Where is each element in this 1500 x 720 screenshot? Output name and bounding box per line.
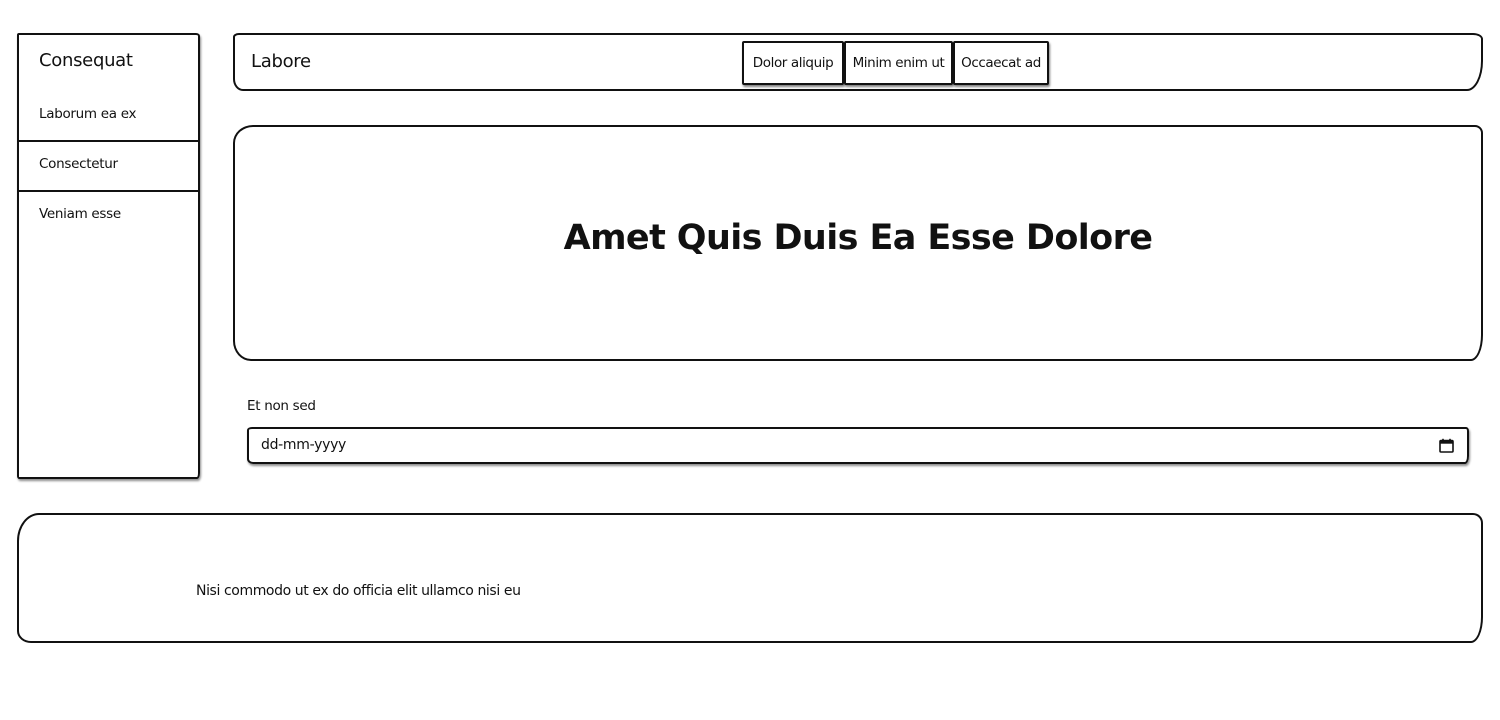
nav-button-minim-enim-ut[interactable]: Minim enim ut bbox=[844, 41, 953, 85]
footer-text: Nisi commodo ut ex do officia elit ullam… bbox=[196, 583, 521, 599]
hero-title: Amet Quis Duis Ea Esse Dolore bbox=[563, 218, 1153, 258]
footer: Nisi commodo ut ex do officia elit ullam… bbox=[17, 513, 1483, 643]
nav-button-occaecat-ad[interactable]: Occaecat ad bbox=[953, 41, 1049, 85]
sidebar-item-label: Consectetur bbox=[39, 156, 118, 172]
nav-button-dolor-aliquip[interactable]: Dolor aliquip bbox=[742, 41, 844, 85]
calendar-icon[interactable] bbox=[1439, 438, 1454, 453]
sidebar-item-veniam-esse[interactable]: Veniam esse bbox=[19, 192, 200, 242]
hero-section: Amet Quis Duis Ea Esse Dolore bbox=[233, 125, 1483, 361]
date-input-placeholder: dd-mm-yyyy bbox=[261, 437, 347, 453]
sidebar: Consequat Laborum ea ex Consectetur Veni… bbox=[17, 33, 200, 479]
page-title: Labore bbox=[251, 51, 311, 72]
date-field-label: Et non sed bbox=[247, 398, 316, 414]
sidebar-item-label: Veniam esse bbox=[39, 206, 121, 222]
date-input[interactable]: dd-mm-yyyy bbox=[247, 427, 1469, 464]
sidebar-item-laborum-ea-ex[interactable]: Laborum ea ex bbox=[19, 92, 200, 142]
sidebar-item-label: Laborum ea ex bbox=[39, 106, 137, 122]
sidebar-item-consectetur[interactable]: Consectetur bbox=[19, 142, 200, 192]
sidebar-title: Consequat bbox=[39, 50, 133, 71]
top-nav-bar: Labore Dolor aliquip Minim enim ut Occae… bbox=[233, 33, 1483, 91]
